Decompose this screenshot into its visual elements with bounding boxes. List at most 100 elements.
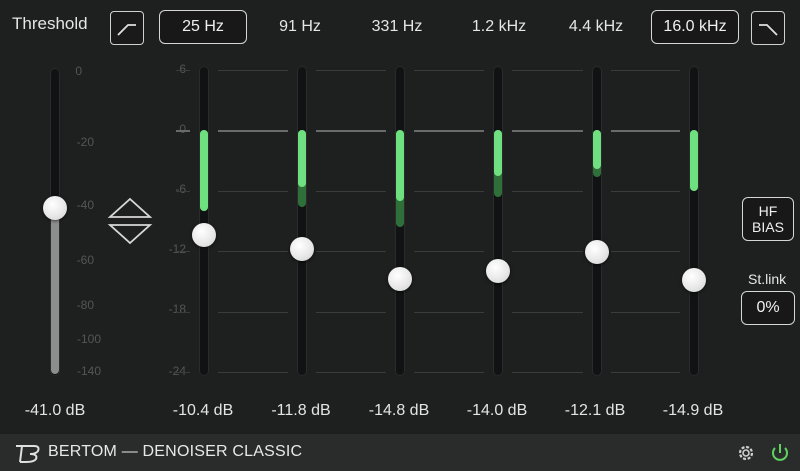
grid-line xyxy=(316,311,386,313)
band-freq-label: 91 Hz xyxy=(279,18,321,35)
grid-line xyxy=(414,251,484,253)
low-freq-field[interactable]: 25 Hz xyxy=(159,10,247,44)
band-slider-track[interactable] xyxy=(493,66,503,376)
band-slider-track[interactable] xyxy=(297,66,307,376)
band-value: -14.8 dB xyxy=(368,402,430,419)
grid-line xyxy=(414,372,484,373)
grid-line xyxy=(218,251,288,253)
hf-bias-button[interactable]: HF BIAS xyxy=(742,197,794,241)
grid-line xyxy=(512,190,583,192)
grid-line xyxy=(512,311,583,313)
grid-line xyxy=(611,372,680,373)
threshold-slider-track[interactable] xyxy=(50,68,60,376)
band-reduction-meter xyxy=(690,130,698,191)
threshold-tick: -60 xyxy=(76,253,94,267)
grid-line xyxy=(414,70,484,71)
bertom-logo-icon xyxy=(16,445,40,463)
high-pass-curve-icon xyxy=(117,24,136,36)
band-slider-knob[interactable] xyxy=(192,223,216,248)
linked-arrows-icon xyxy=(107,197,153,245)
band-slider-knob[interactable] xyxy=(290,237,314,262)
band-tick: -18 xyxy=(168,302,186,316)
grid-line xyxy=(176,70,190,71)
band-tick: -6 xyxy=(175,182,186,196)
grid-line xyxy=(316,251,386,253)
band-reduction-meter xyxy=(593,130,601,169)
band-value: -14.0 dB xyxy=(466,402,528,419)
stereo-link-field[interactable]: 0% xyxy=(741,291,795,325)
band-slider-knob[interactable] xyxy=(682,268,706,293)
grid-line xyxy=(414,311,484,313)
grid-line xyxy=(512,372,583,373)
band-link-button[interactable] xyxy=(106,197,154,245)
band-reduction-meter xyxy=(396,130,404,201)
threshold-slider-knob[interactable] xyxy=(43,196,67,220)
grid-line xyxy=(611,70,680,71)
grid-line xyxy=(218,372,288,373)
grid-line xyxy=(176,251,190,253)
denoiser-plugin-window: Threshold 25 Hz 91 Hz 331 Hz 1.2 kHz 4.4… xyxy=(0,0,800,471)
gear-icon xyxy=(738,445,754,461)
power-icon xyxy=(772,444,788,461)
grid-line xyxy=(218,311,288,313)
grid-line xyxy=(512,70,583,71)
band-tick: -24 xyxy=(168,364,186,378)
band-tick: 0 xyxy=(179,122,186,136)
band-value: -11.8 dB xyxy=(271,402,331,419)
threshold-label: Threshold xyxy=(12,14,88,33)
threshold-tick: -40 xyxy=(76,198,94,212)
hf-bias-label-line2: BIAS xyxy=(752,219,784,235)
grid-line xyxy=(512,251,583,253)
band-slider-track[interactable] xyxy=(689,66,699,376)
threshold-value: -41.0 dB xyxy=(24,402,86,419)
high-filter-shape-button[interactable] xyxy=(751,11,785,45)
grid-line xyxy=(316,130,386,133)
band-freq-label: 4.4 kHz xyxy=(568,18,624,35)
band-slider-knob[interactable] xyxy=(388,267,412,292)
band-tick: -12 xyxy=(168,242,186,256)
brand-title: BERTOM — DENOISER CLASSIC xyxy=(48,443,303,460)
grid-line xyxy=(176,311,190,313)
threshold-tick: -80 xyxy=(76,298,94,312)
threshold-tick: -20 xyxy=(76,135,94,149)
grid-line xyxy=(316,70,386,71)
grid-line xyxy=(218,130,288,133)
grid-line xyxy=(218,190,288,192)
grid-line xyxy=(611,130,680,133)
band-slider-track[interactable] xyxy=(395,66,405,376)
band-slider-track[interactable] xyxy=(199,66,209,376)
grid-line xyxy=(176,372,190,373)
band-value: -12.1 dB xyxy=(564,402,626,419)
grid-line xyxy=(414,130,484,133)
grid-line xyxy=(316,190,386,192)
low-pass-curve-icon xyxy=(759,24,778,36)
grid-line xyxy=(414,190,484,192)
band-reduction-meter xyxy=(200,130,208,211)
footer-bar: BERTOM — DENOISER CLASSIC xyxy=(0,434,800,471)
band-freq-label: 331 Hz xyxy=(371,18,423,35)
band-slider-knob[interactable] xyxy=(486,259,510,284)
low-filter-shape-button[interactable] xyxy=(110,11,144,45)
threshold-level-fill xyxy=(51,210,59,374)
band-slider-track[interactable] xyxy=(592,66,602,376)
band-tick: 6 xyxy=(179,62,186,76)
band-reduction-meter xyxy=(298,130,306,187)
high-freq-field[interactable]: 16.0 kHz xyxy=(651,10,739,44)
grid-line xyxy=(611,311,680,313)
band-value: -14.9 dB xyxy=(662,402,724,419)
threshold-tick: -140 xyxy=(76,364,101,378)
grid-line xyxy=(316,372,386,373)
grid-line xyxy=(512,130,583,133)
power-button[interactable] xyxy=(768,441,792,465)
grid-line xyxy=(611,251,680,253)
band-freq-label: 1.2 kHz xyxy=(471,18,527,35)
grid-line xyxy=(218,70,288,71)
settings-button[interactable] xyxy=(735,442,757,464)
grid-line xyxy=(176,190,190,192)
band-value: -10.4 dB xyxy=(172,402,234,419)
band-slider-knob[interactable] xyxy=(585,240,609,265)
stereo-link-label: St.link xyxy=(748,271,787,287)
band-reduction-meter xyxy=(494,130,502,176)
grid-line xyxy=(176,130,190,133)
grid-line xyxy=(611,190,680,192)
